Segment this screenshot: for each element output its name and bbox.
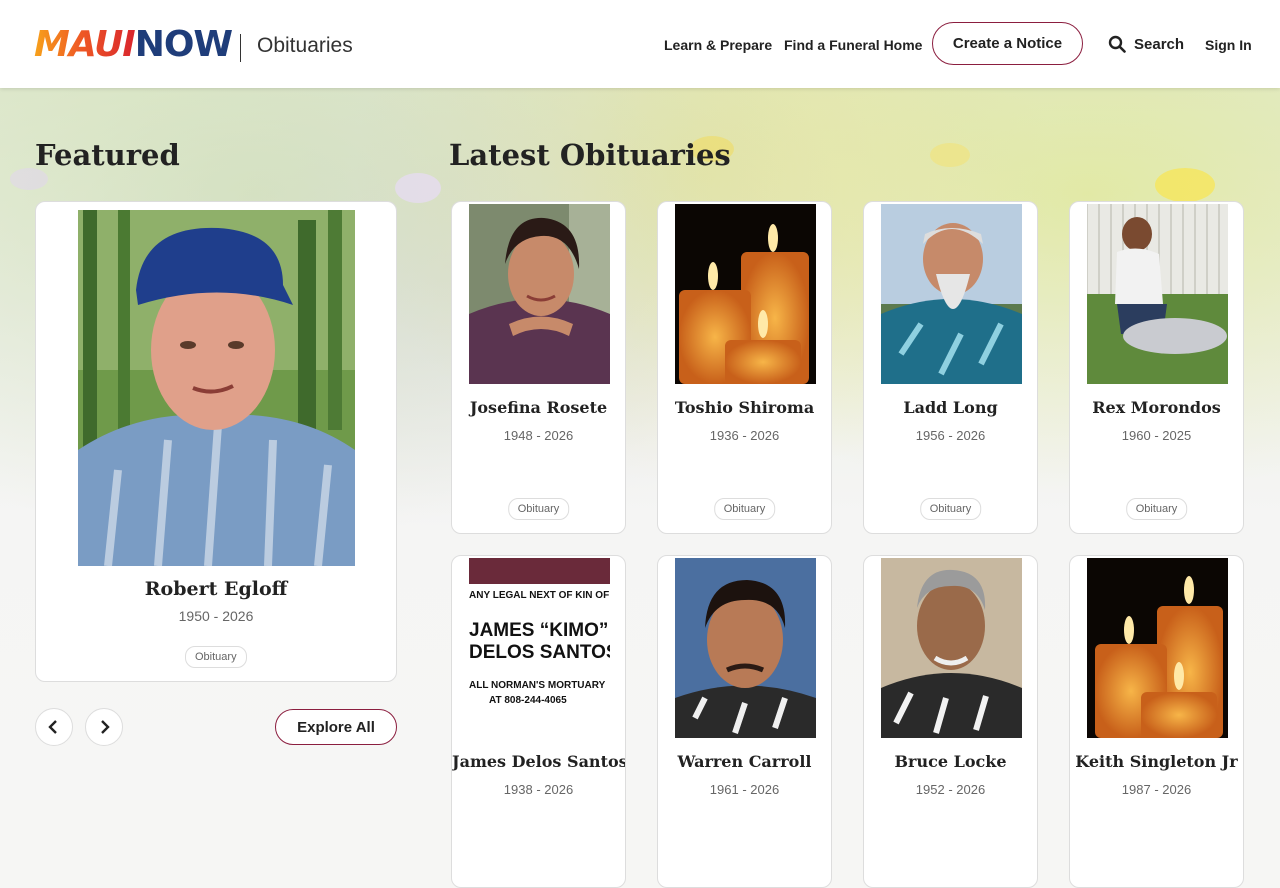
portrait-image bbox=[78, 210, 355, 566]
obituary-card[interactable]: Keith Singleton Jr 1987 - 2026 bbox=[1069, 555, 1244, 888]
search-icon bbox=[1108, 35, 1126, 53]
flower-decoration bbox=[930, 143, 970, 167]
notice-line: ANY LEGAL NEXT OF KIN OF bbox=[469, 590, 610, 601]
obituary-years: 1952 - 2026 bbox=[915, 782, 986, 797]
flower-decoration bbox=[395, 173, 441, 203]
obituary-photo[interactable] bbox=[881, 558, 1022, 738]
flower-banner bbox=[469, 558, 610, 584]
obituary-card[interactable]: Toshio Shiroma 1936 - 2026 Obituary bbox=[657, 201, 832, 534]
sign-in-link[interactable]: Sign In bbox=[1205, 37, 1252, 53]
obituary-tag: Obituary bbox=[713, 498, 776, 520]
obituary-name[interactable]: Keith Singleton Jr bbox=[1070, 752, 1243, 771]
logo-now-text: NOW bbox=[134, 23, 233, 65]
logo-divider bbox=[240, 34, 241, 62]
latest-heading: Latest Obituaries bbox=[449, 138, 731, 172]
create-notice-button[interactable]: Create a Notice bbox=[932, 22, 1083, 65]
obituary-name[interactable]: Toshio Shiroma bbox=[658, 398, 831, 417]
section-title[interactable]: Obituaries bbox=[257, 34, 353, 58]
nav-learn-prepare[interactable]: Learn & Prepare bbox=[664, 37, 772, 53]
obituary-card[interactable]: Rex Morondos 1960 - 2025 Obituary bbox=[1069, 201, 1244, 534]
portrait-image bbox=[1087, 204, 1228, 384]
search-label: Search bbox=[1134, 35, 1185, 53]
obituary-photo[interactable] bbox=[881, 204, 1022, 384]
featured-tag: Obituary bbox=[185, 646, 247, 668]
obituary-tag: Obituary bbox=[507, 498, 570, 520]
carousel-prev-button[interactable] bbox=[35, 708, 73, 746]
featured-photo[interactable] bbox=[78, 210, 355, 566]
obituary-name[interactable]: Bruce Locke bbox=[864, 752, 1037, 771]
featured-years: 1950 - 2026 bbox=[178, 608, 254, 624]
carousel-next-button[interactable] bbox=[85, 708, 123, 746]
obituary-card[interactable]: Ladd Long 1956 - 2026 Obituary bbox=[863, 201, 1038, 534]
obituary-years: 1961 - 2026 bbox=[709, 782, 780, 797]
featured-name[interactable]: Robert Egloff bbox=[36, 578, 396, 600]
obituary-name[interactable]: James Delos Santos bbox=[452, 752, 625, 771]
obituary-photo[interactable] bbox=[675, 204, 816, 384]
flower-decoration bbox=[1155, 168, 1215, 202]
obituary-photo[interactable] bbox=[469, 204, 610, 384]
obituary-name[interactable]: Rex Morondos bbox=[1070, 398, 1243, 417]
logo-maui-text: MAUI bbox=[34, 23, 136, 65]
obituary-years: 1948 - 2026 bbox=[503, 428, 574, 443]
obituary-photo[interactable] bbox=[1087, 204, 1228, 384]
notice-line: DELOS SANTOS bbox=[469, 642, 610, 663]
obituary-name[interactable]: Josefina Rosete bbox=[452, 398, 625, 417]
obituary-years: 1960 - 2025 bbox=[1121, 428, 1192, 443]
obituary-card[interactable]: ANY LEGAL NEXT OF KIN OF JAMES “KIMO” DE… bbox=[451, 555, 626, 888]
site-header: MAUI NOW Obituaries Learn & Prepare Find … bbox=[0, 0, 1280, 88]
obituary-card[interactable]: Warren Carroll 1961 - 2026 bbox=[657, 555, 832, 888]
explore-all-button[interactable]: Explore All bbox=[275, 709, 397, 745]
obituary-years: 1938 - 2026 bbox=[503, 782, 574, 797]
featured-heading: Featured bbox=[35, 138, 180, 172]
notice-line: AT 808-244-4065 bbox=[489, 695, 567, 706]
obituary-card[interactable]: Josefina Rosete 1948 - 2026 Obituary bbox=[451, 201, 626, 534]
notice-line: JAMES “KIMO” bbox=[469, 620, 609, 641]
obituary-photo[interactable]: ANY LEGAL NEXT OF KIN OF JAMES “KIMO” DE… bbox=[469, 558, 610, 738]
portrait-image bbox=[881, 558, 1022, 738]
mauinow-logo[interactable]: MAUI NOW bbox=[34, 23, 233, 65]
obituary-name[interactable]: Ladd Long bbox=[864, 398, 1037, 417]
obituary-tag: Obituary bbox=[1125, 498, 1188, 520]
search-button[interactable]: Search bbox=[1108, 35, 1184, 53]
obituary-name[interactable]: Warren Carroll bbox=[658, 752, 831, 771]
nav-find-funeral-home[interactable]: Find a Funeral Home bbox=[784, 37, 922, 53]
portrait-image bbox=[881, 204, 1022, 384]
portrait-image bbox=[675, 558, 816, 738]
featured-card[interactable]: Robert Egloff 1950 - 2026 Obituary bbox=[35, 201, 397, 682]
chevron-right-icon bbox=[101, 720, 110, 734]
obituary-photo[interactable] bbox=[1087, 558, 1228, 738]
chevron-left-icon bbox=[48, 720, 57, 734]
portrait-image bbox=[469, 204, 610, 384]
notice-line: ALL NORMAN'S MORTUARY bbox=[469, 680, 606, 691]
obituary-years: 1936 - 2026 bbox=[709, 428, 780, 443]
obituary-years: 1956 - 2026 bbox=[915, 428, 986, 443]
candles-image bbox=[1087, 558, 1228, 738]
candles-image bbox=[675, 204, 816, 384]
obituary-card[interactable]: Bruce Locke 1952 - 2026 bbox=[863, 555, 1038, 888]
obituary-tag: Obituary bbox=[919, 498, 982, 520]
obituary-photo[interactable] bbox=[675, 558, 816, 738]
obituary-years: 1987 - 2026 bbox=[1121, 782, 1192, 797]
